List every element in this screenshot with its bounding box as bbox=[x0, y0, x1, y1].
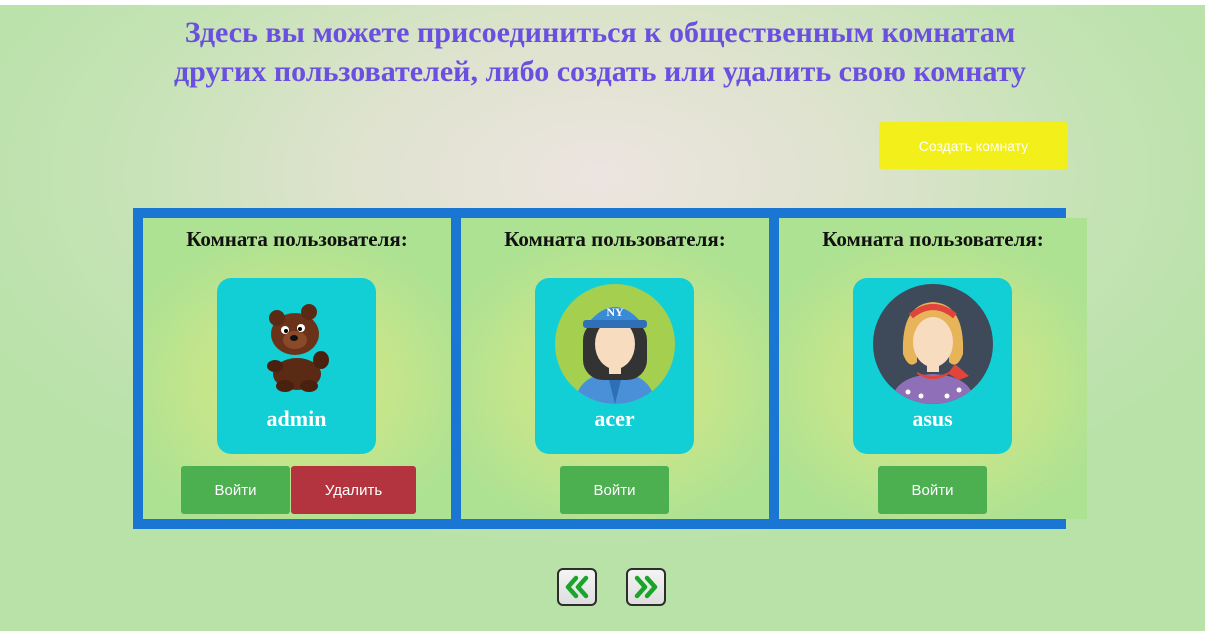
enter-room-button[interactable]: Войти bbox=[560, 466, 669, 514]
double-chevron-right-icon bbox=[634, 575, 658, 599]
user-card: admin bbox=[217, 278, 376, 454]
page-title-line-1: Здесь вы можете присоединиться к обществ… bbox=[184, 16, 1016, 49]
double-chevron-left-icon bbox=[565, 575, 589, 599]
room-title: Комната пользователя: bbox=[822, 227, 1044, 251]
woman-scarf-avatar-icon bbox=[873, 284, 993, 404]
room-card-admin: Комната пользователя: admin Войти Удалит… bbox=[143, 218, 451, 519]
bear-avatar-icon bbox=[267, 304, 329, 392]
svg-text:NY: NY bbox=[606, 305, 624, 319]
enter-room-button[interactable]: Войти bbox=[181, 466, 290, 514]
page-background: Здесь вы можете присоединиться к обществ… bbox=[0, 5, 1205, 631]
next-page-button[interactable] bbox=[626, 568, 666, 606]
user-card: NY acer bbox=[535, 278, 694, 454]
rooms-container: Комната пользователя: admin Войти Удалит… bbox=[133, 208, 1087, 529]
previous-page-button[interactable] bbox=[557, 568, 597, 606]
page-title-line-2: других пользователей, либо создать или у… bbox=[173, 55, 1027, 88]
page-title: Здесь вы можете присоединиться к обществ… bbox=[0, 13, 1200, 91]
room-card-acer: Комната пользователя: NY acer Войти bbox=[461, 218, 769, 519]
delete-room-button[interactable]: Удалить bbox=[291, 466, 416, 514]
enter-room-button[interactable]: Войти bbox=[878, 466, 987, 514]
room-owner-name: acer bbox=[594, 406, 635, 431]
room-title: Комната пользователя: bbox=[186, 227, 408, 251]
room-owner-name: admin bbox=[266, 406, 327, 431]
user-card: asus bbox=[853, 278, 1012, 454]
create-room-button[interactable]: Создать комнату bbox=[879, 122, 1068, 169]
woman-cap-avatar-icon: NY bbox=[555, 284, 675, 404]
room-owner-name: asus bbox=[912, 406, 953, 431]
room-card-asus: Комната пользователя: asus Войти bbox=[779, 218, 1087, 519]
room-title: Комната пользователя: bbox=[504, 227, 726, 251]
